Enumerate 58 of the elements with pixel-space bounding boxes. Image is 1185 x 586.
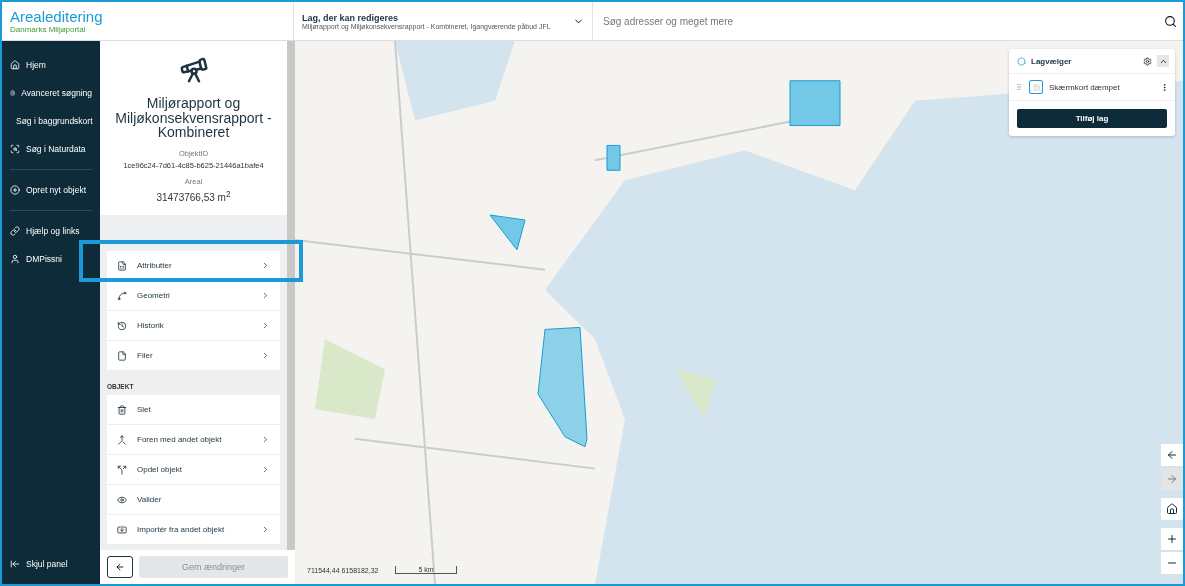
arrow-left-icon <box>115 562 125 572</box>
app-subtitle: Danmarks Miljøportal <box>10 25 87 34</box>
object-title: Miljørapport og Miljøkonsekvensrapport - Kombineret <box>114 96 273 141</box>
hexagon-icon <box>1017 56 1026 66</box>
search-icon <box>1164 14 1177 28</box>
collapse-icon <box>10 559 20 569</box>
table-edit-icon <box>117 260 127 271</box>
split-icon <box>117 464 127 475</box>
area-value: 31473766,53 m$^{2}$ <box>156 189 231 204</box>
panel-menu-item[interactable]: Slet <box>107 395 280 426</box>
file-icon <box>117 350 127 361</box>
settings-icon <box>1143 56 1152 66</box>
panel-menu-item[interactable]: Attributter <box>107 251 280 282</box>
panel-menu-item[interactable]: Foren med andet objekt <box>107 425 280 456</box>
panel-menu-item[interactable]: Valider <box>107 485 280 516</box>
nav-item[interactable]: Avanceret søgning <box>2 79 100 107</box>
panel-menu-item[interactable]: Importér fra andet objekt <box>107 515 280 546</box>
dropdown-label: Lag, der kan redigeres <box>302 12 399 23</box>
zoom-out-button[interactable] <box>1161 552 1183 574</box>
panel-menu-item[interactable]: Opdel objekt <box>107 455 280 486</box>
layer-item[interactable]: Skærmkort dæmpet <box>1009 74 1175 101</box>
more-icon <box>1160 82 1169 92</box>
collapse-panel-button[interactable]: Skjul panel <box>2 550 100 578</box>
history-icon <box>117 320 127 331</box>
nav-item[interactable]: Opret nyt objekt <box>2 176 100 204</box>
link-icon <box>10 226 20 236</box>
layer-panel-title: Lagvælger <box>1031 56 1073 66</box>
collapse-button[interactable] <box>1157 55 1169 67</box>
curve-icon <box>117 290 127 301</box>
nav-item[interactable]: Hjem <box>2 51 100 79</box>
import-icon <box>117 524 127 535</box>
search-icon <box>10 144 20 154</box>
nav-item[interactable]: Søg i Naturdata <box>2 135 100 163</box>
plus-icon <box>1166 533 1178 545</box>
trash-icon <box>117 404 127 415</box>
scrollbar[interactable] <box>287 41 295 550</box>
telescope-icon <box>178 55 209 85</box>
home-icon <box>1166 503 1178 515</box>
forward-button[interactable] <box>1161 468 1183 490</box>
panel-menu-item[interactable]: Filer <box>107 341 280 372</box>
add-layer-button[interactable]: Tilføj lag <box>1017 109 1167 128</box>
nav-item[interactable]: DMPissni <box>2 245 100 273</box>
plus-circle-icon <box>10 185 20 195</box>
merge-icon <box>117 434 127 445</box>
home-button[interactable] <box>1161 498 1183 520</box>
arrow-right-icon <box>1166 473 1178 485</box>
nav-item[interactable]: Hjælp og links <box>2 217 100 245</box>
panel-menu-item[interactable]: Geometri <box>107 281 280 312</box>
nav-item[interactable]: Søg i baggrundskort <box>2 107 100 135</box>
back-button[interactable] <box>107 556 133 578</box>
arrow-left-icon <box>1166 449 1178 461</box>
user-icon <box>10 254 20 264</box>
home-icon <box>10 60 20 70</box>
panel-menu-item[interactable]: Historik <box>107 311 280 342</box>
drag-handle-icon <box>1015 83 1023 91</box>
zoom-in-button[interactable] <box>1161 528 1183 550</box>
eye-icon <box>117 494 127 505</box>
app-title: Arealeditering <box>10 8 104 25</box>
